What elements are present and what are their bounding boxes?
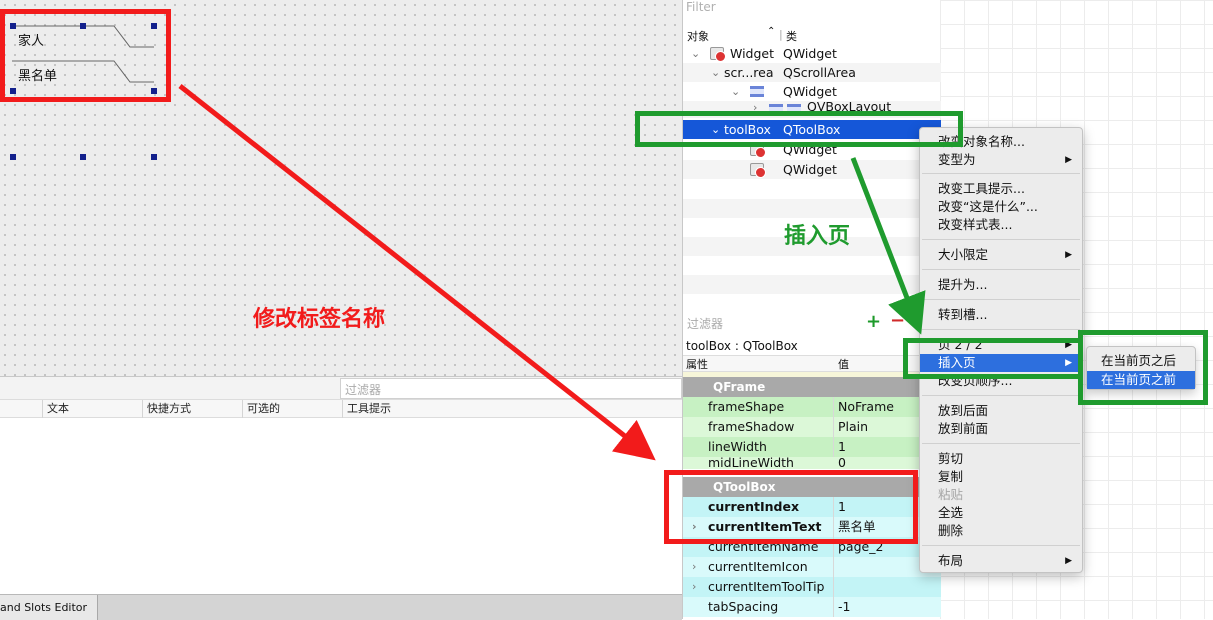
annotation-arrows	[178, 84, 926, 461]
annotation-text-insert-page: 插入页	[784, 224, 851, 249]
annotation-text-rename-label: 修改标签名称	[253, 307, 386, 332]
green-arrow	[850, 157, 926, 335]
red-arrow	[178, 84, 656, 461]
